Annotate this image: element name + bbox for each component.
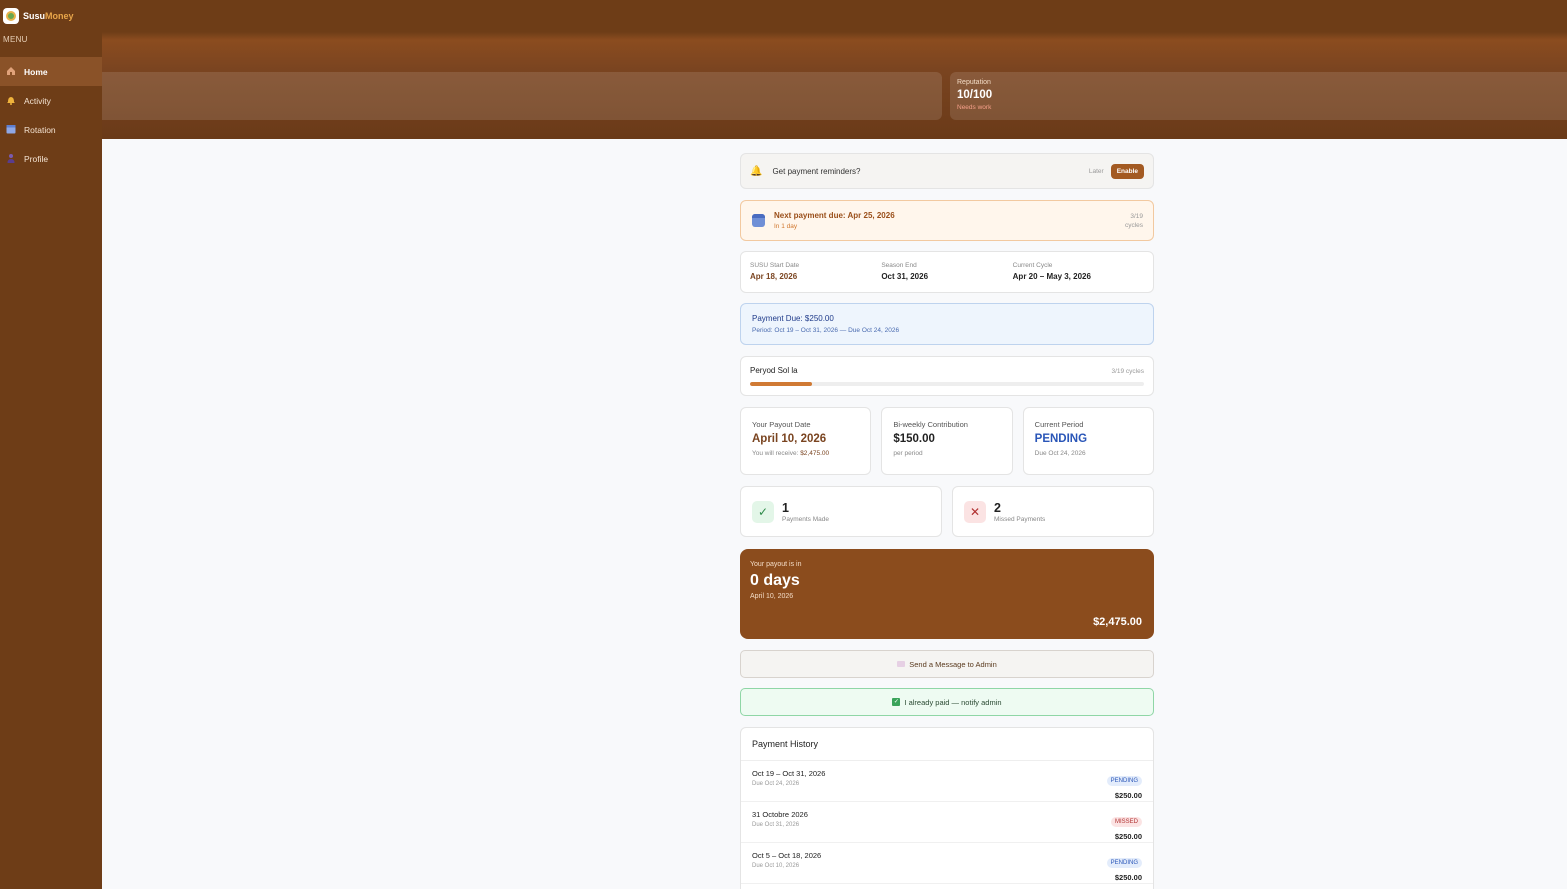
bell-icon: 🔔: [750, 165, 763, 177]
contribution-card: Bi-weekly Contribution $150.00 per perio…: [881, 407, 1013, 475]
current-cycle: Current Cycle Apr 20 – May 3, 2026: [1012, 262, 1091, 281]
sidebar-item-label: Activity: [24, 95, 51, 106]
status-badge: MISSED: [1110, 817, 1142, 827]
reputation-label: Reputation: [957, 79, 991, 86]
missed-payments-card: ✕ 2 Missed Payments: [952, 486, 1154, 537]
payment-history: Payment History Oct 19 – Oct 31, 2026 Du…: [740, 727, 1154, 889]
history-title: Payment History: [741, 728, 1153, 761]
table-row[interactable]: Oct 5 – Oct 18, 2026 Due Oct 10, 2026 PE…: [741, 843, 1153, 884]
main-content: 🔔 Get payment reminders? Later Enable Ne…: [740, 153, 1154, 889]
season-end: Season End Oct 31, 2026: [881, 262, 929, 281]
already-paid-button[interactable]: ✓ I already paid — notify admin: [740, 688, 1154, 716]
checkbox-icon: ✓: [892, 698, 901, 706]
payments-made-card: ✓ 1 Payments Made: [740, 486, 942, 537]
start-date: SUSU Start Date Apr 18, 2026: [750, 262, 800, 281]
payout-countdown-card: Your payout is in 0 days April 10, 2026 …: [740, 549, 1154, 639]
sidebar-item-profile[interactable]: Profile: [0, 144, 102, 173]
reputation-value: 10/100: [957, 89, 993, 101]
next-payment-sub: In 1 day: [774, 223, 798, 230]
sidebar-item-label: Home: [24, 66, 48, 77]
logo-icon: [3, 8, 19, 24]
progress-bar-fill: [750, 382, 813, 386]
home-icon: [5, 66, 16, 77]
payout-date-card: Your Payout Date April 10, 2026 You will…: [740, 407, 872, 475]
bell-icon: [5, 95, 16, 106]
later-button[interactable]: Later: [1089, 168, 1104, 175]
season-dates-card: SUSU Start Date Apr 18, 2026 Season End …: [740, 251, 1154, 293]
status-badge: PENDING: [1106, 776, 1142, 786]
header-banner: Reputation 10/100 Needs work: [102, 0, 1567, 139]
reminder-text: Get payment reminders?: [772, 166, 861, 176]
calendar-icon: [752, 214, 765, 227]
hero-card: [102, 72, 942, 120]
sidebar-item-rotation[interactable]: Rotation: [0, 115, 102, 144]
payment-due-period: Period: Oct 19 – Oct 31, 2026 — Due Oct …: [752, 327, 900, 334]
brand[interactable]: SusuMoney: [0, 0, 102, 32]
calendar-icon: [5, 124, 16, 135]
payment-counts-row: ✓ 1 Payments Made ✕ 2 Missed Payments: [740, 486, 1154, 537]
person-icon: [5, 153, 16, 164]
sidebar-item-label: Profile: [24, 153, 49, 164]
sidebar-item-activity[interactable]: Activity: [0, 86, 102, 115]
payment-due-title: Payment Due: $250.00: [752, 314, 834, 323]
cycles-counter: 3/19 cycles: [1124, 213, 1143, 229]
brand-name: SusuMoney: [23, 11, 74, 21]
enable-button[interactable]: Enable: [1110, 163, 1144, 179]
payout-amount: $2,475.00: [1093, 616, 1142, 628]
menu-label: MENU: [3, 35, 28, 44]
sidebar: SusuMoney MENU Home Activity Rotation Pr…: [0, 0, 102, 889]
envelope-icon: [897, 661, 906, 667]
next-payment-card: Next payment due: Apr 25, 2026 In 1 day …: [740, 200, 1154, 241]
close-icon: ✕: [964, 500, 986, 523]
current-period-card: Current Period PENDING Due Oct 24, 2026: [1022, 407, 1154, 475]
status-badge: PENDING: [1106, 858, 1142, 868]
reputation-note: Needs work: [957, 104, 992, 111]
progress-cycles: 3/19 cycles: [1111, 368, 1144, 375]
reminder-banner: 🔔 Get payment reminders? Later Enable: [740, 153, 1154, 189]
progress-label: Peryod Sol la: [750, 366, 798, 375]
table-row[interactable]: Oct 19 – Oct 31, 2026 Due Oct 24, 2026 P…: [741, 761, 1153, 802]
check-icon: ✓: [752, 500, 774, 523]
reputation-card: Reputation 10/100 Needs work: [950, 72, 1567, 120]
payment-due-card: Payment Due: $250.00 Period: Oct 19 – Oc…: [740, 303, 1154, 345]
status-badge: PENDING: [1034, 433, 1088, 445]
next-payment-title: Next payment due: Apr 25, 2026: [774, 211, 895, 220]
table-row[interactable]: 31 Octobre 2026 Due Oct 31, 2026 MISSED …: [741, 802, 1153, 843]
send-message-button[interactable]: Send a Message to Admin: [740, 650, 1154, 678]
sidebar-item-label: Rotation: [24, 124, 56, 135]
stats-row: Your Payout Date April 10, 2026 You will…: [740, 407, 1154, 475]
cycle-progress-card: Peryod Sol la 3/19 cycles: [740, 356, 1154, 396]
payout-days: 0 days: [750, 572, 800, 589]
progress-bar: [750, 382, 1144, 386]
sidebar-item-home[interactable]: Home: [0, 57, 102, 86]
